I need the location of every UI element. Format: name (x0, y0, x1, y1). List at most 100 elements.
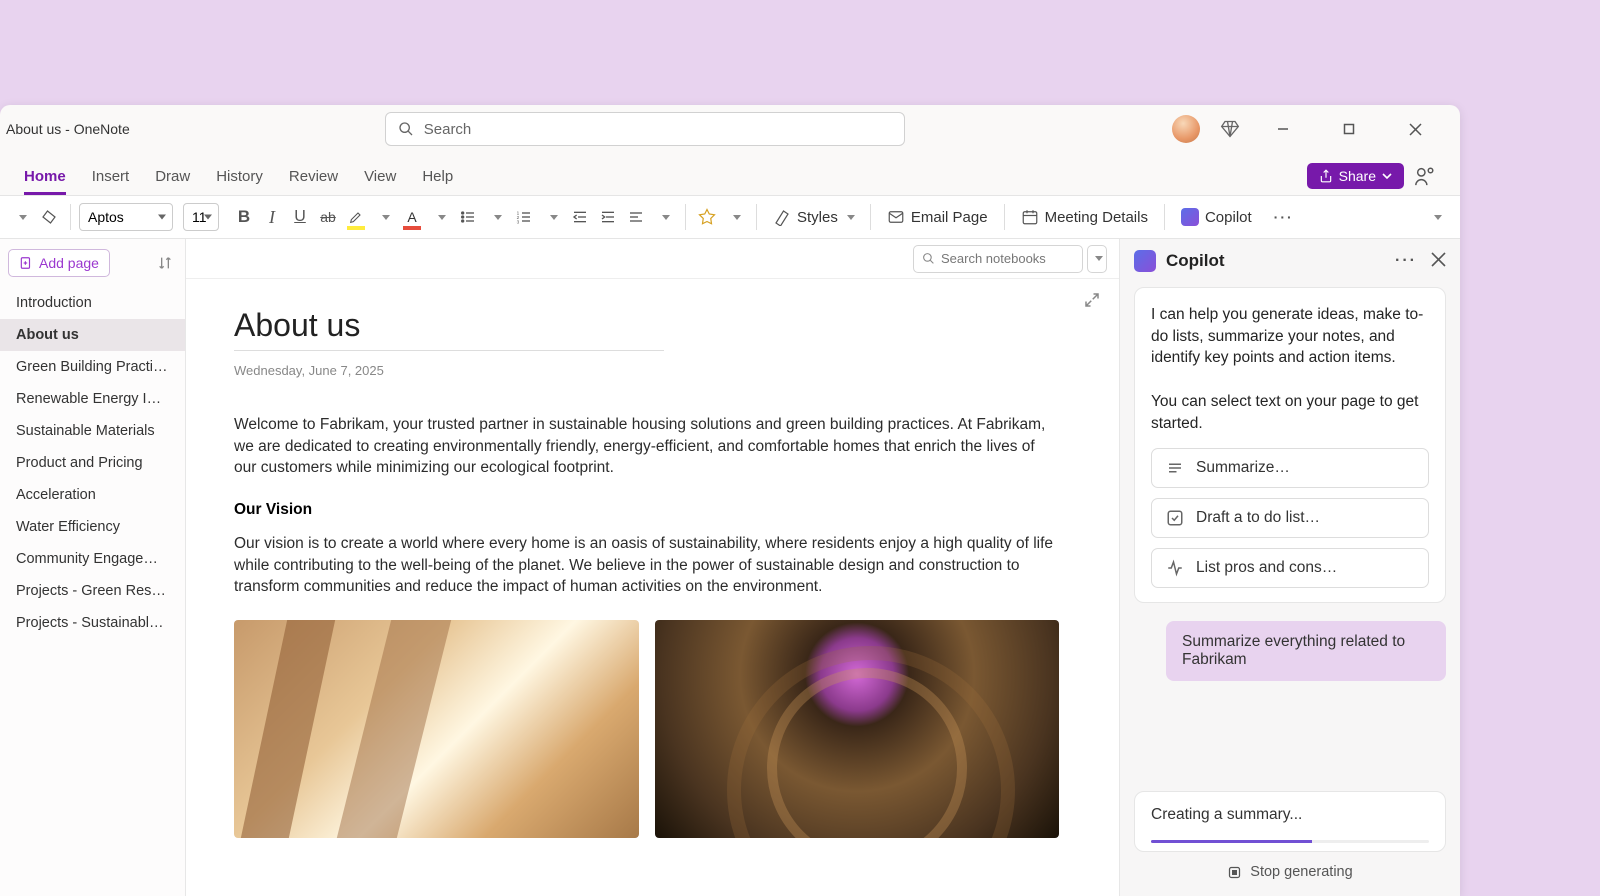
page-item[interactable]: Community Engagement (0, 543, 185, 575)
copilot-title: Copilot (1166, 251, 1225, 271)
meeting-details-button[interactable]: Meeting Details (1013, 202, 1156, 232)
copilot-suggestion-proscons[interactable]: List pros and cons… (1151, 548, 1429, 588)
align-dropdown[interactable] (651, 202, 677, 232)
stop-generating-button[interactable]: Stop generating (1134, 864, 1446, 880)
font-name-select[interactable]: Aptos (79, 203, 173, 231)
page-item[interactable]: Introduction (0, 287, 185, 319)
body-paragraph[interactable]: Our vision is to create a world where ev… (234, 533, 1059, 598)
add-page-button[interactable]: Add page (8, 249, 110, 277)
content-image[interactable] (655, 620, 1060, 838)
highlight-dropdown[interactable] (371, 202, 397, 232)
page-item[interactable]: Water Efficiency (0, 511, 185, 543)
copilot-intro-card: I can help you generate ideas, make to-d… (1134, 287, 1446, 603)
page-title[interactable]: About us (234, 307, 1059, 344)
search-placeholder: Search (424, 121, 472, 138)
copilot-icon (1181, 208, 1199, 226)
page-item[interactable]: Green Building Practices (0, 351, 185, 383)
page-item[interactable]: Renewable Energy Integr… (0, 383, 185, 415)
numbering-button[interactable]: 123 (511, 202, 537, 232)
email-page-button[interactable]: Email Page (879, 202, 996, 232)
highlight-button[interactable] (343, 202, 369, 232)
undo-dropdown[interactable] (8, 202, 34, 232)
copilot-more-icon[interactable]: ··· (1395, 252, 1417, 270)
fullscreen-icon[interactable] (1083, 291, 1101, 309)
svg-text:3: 3 (517, 220, 520, 225)
global-search[interactable]: Search (385, 112, 905, 146)
note-canvas-area: Search notebooks About us Wednesday, Jun… (186, 239, 1120, 896)
title-bar: About us - OneNote Search (0, 105, 1460, 153)
mail-icon (887, 208, 905, 226)
copilot-intro-text: You can select text on your page to get … (1151, 391, 1429, 434)
tab-help[interactable]: Help (422, 168, 453, 195)
app-window: About us - OneNote Search Home Insert Dr… (0, 105, 1460, 896)
strikethrough-button[interactable]: ab (315, 202, 341, 232)
ribbon-collapse-dropdown[interactable] (1426, 202, 1452, 232)
more-commands[interactable]: ··· (1270, 202, 1298, 232)
copilot-status-text: Creating a summary... (1151, 806, 1429, 824)
body-heading[interactable]: Our Vision (234, 501, 1059, 519)
numbering-dropdown[interactable] (539, 202, 565, 232)
page-item[interactable]: Acceleration (0, 479, 185, 511)
bold-button[interactable]: B (231, 202, 257, 232)
page-item[interactable]: About us (0, 319, 185, 351)
activity-icon (1166, 559, 1184, 577)
page-canvas[interactable]: About us Wednesday, June 7, 2025 Welcome… (186, 279, 1119, 896)
tab-view[interactable]: View (364, 168, 396, 195)
search-icon (922, 252, 935, 265)
copilot-header: Copilot ··· (1120, 239, 1460, 283)
font-color-button[interactable]: A (399, 202, 425, 232)
align-button[interactable] (623, 202, 649, 232)
close-icon[interactable] (1431, 252, 1446, 267)
body-paragraph[interactable]: Welcome to Fabrikam, your trusted partne… (234, 414, 1059, 479)
bullets-dropdown[interactable] (483, 202, 509, 232)
premium-icon[interactable] (1220, 119, 1240, 139)
progress-bar (1151, 840, 1429, 843)
bullets-button[interactable] (455, 202, 481, 232)
sort-icon[interactable] (157, 255, 173, 271)
copilot-suggestion-summarize[interactable]: Summarize… (1151, 448, 1429, 488)
copilot-status-card: Creating a summary... (1134, 791, 1446, 852)
page-item[interactable]: Projects - Green Resident… (0, 575, 185, 607)
user-avatar[interactable] (1172, 115, 1200, 143)
stop-icon (1227, 865, 1242, 880)
share-button[interactable]: Share (1307, 163, 1404, 189)
close-button[interactable] (1392, 113, 1438, 145)
italic-button[interactable]: I (259, 202, 285, 232)
minimize-button[interactable] (1260, 113, 1306, 145)
copilot-intro-text: I can help you generate ideas, make to-d… (1151, 304, 1429, 369)
copilot-panel: Copilot ··· I can help you generate idea… (1120, 239, 1460, 896)
page-item[interactable]: Sustainable Materials (0, 415, 185, 447)
catchup-icon[interactable] (1414, 165, 1436, 187)
tab-insert[interactable]: Insert (92, 168, 130, 195)
search-icon (398, 121, 414, 137)
tab-history[interactable]: History (216, 168, 263, 195)
page-item[interactable]: Product and Pricing (0, 447, 185, 479)
font-color-dropdown[interactable] (427, 202, 453, 232)
chevron-down-icon (1382, 171, 1392, 181)
copilot-suggestion-todo[interactable]: Draft a to do list… (1151, 498, 1429, 538)
styles-button[interactable]: Styles (765, 202, 862, 232)
page-item[interactable]: Projects - Sustainable Mu… (0, 607, 185, 639)
font-size-select[interactable]: 11 (183, 203, 219, 231)
tab-draw[interactable]: Draw (155, 168, 190, 195)
tag-dropdown[interactable] (722, 202, 748, 232)
copilot-toolbar-button[interactable]: Copilot (1173, 202, 1260, 232)
pages-panel: Add page Introduction About us Green Bui… (0, 239, 186, 896)
maximize-button[interactable] (1326, 113, 1372, 145)
format-painter[interactable] (36, 202, 62, 232)
ribbon-tabs: Home Insert Draw History Review View Hel… (0, 153, 1460, 195)
copilot-logo-icon (1134, 250, 1156, 272)
content-image[interactable] (234, 620, 639, 838)
notebook-search[interactable]: Search notebooks (913, 245, 1083, 273)
tag-button[interactable] (694, 202, 720, 232)
notebook-search-scope[interactable] (1087, 245, 1107, 273)
window-title: About us - OneNote (6, 121, 130, 137)
underline-button[interactable]: U (287, 202, 313, 232)
tab-review[interactable]: Review (289, 168, 338, 195)
title-underline (234, 350, 664, 351)
indent-button[interactable] (595, 202, 621, 232)
tab-home[interactable]: Home (24, 168, 66, 195)
toolbar: Aptos 11 B I U ab A 123 Styles Email Pag… (0, 195, 1460, 239)
outdent-button[interactable] (567, 202, 593, 232)
share-icon (1319, 169, 1333, 183)
